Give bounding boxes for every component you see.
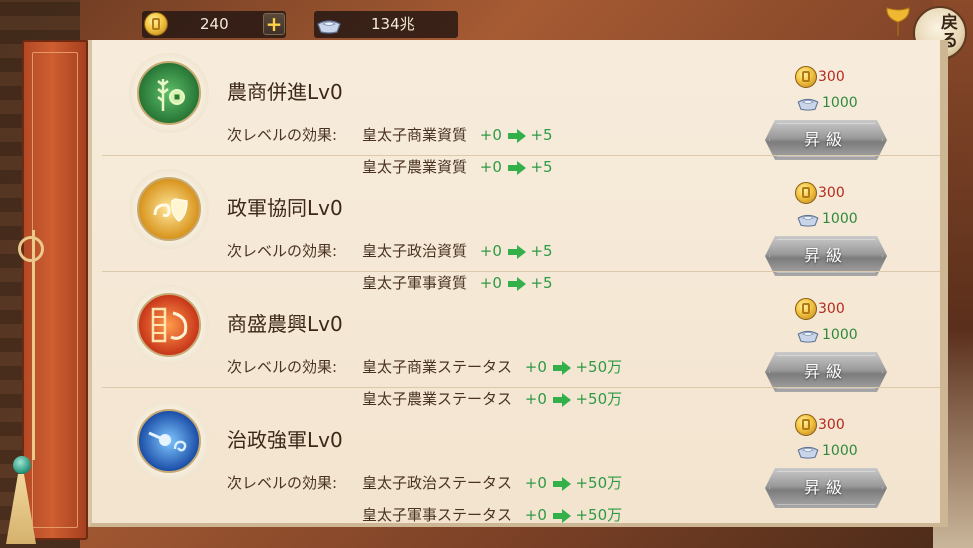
skill-row: 農商併進Lv0 次レベルの効果: 皇太子商業資質 +0 +5 皇太子農業資質 +… [92,40,940,176]
silver-cost-value: 1000 [822,443,858,459]
effect-from: +0 [524,474,547,492]
effect-from: +0 [524,506,547,524]
silver-cost: 1000 [795,95,858,111]
silver-cost-value: 1000 [822,95,858,111]
skill-title: 治政強軍Lv0 [227,428,343,452]
effect-from: +0 [524,358,547,376]
effect-line: 皇太子商業ステータス +0 +50万 [362,356,622,377]
silver-ingot-icon [797,98,819,111]
effect-stat: 皇太子政治ステータス [362,474,513,492]
skill-icon-frame [129,401,209,481]
ginkgo-leaf-icon [886,7,910,36]
gold-cost: 300 [795,182,845,204]
silver-cost: 1000 [795,443,858,459]
silver-cost: 1000 [795,327,858,343]
skill-title: 農商併進Lv0 [227,80,343,104]
effects-label: 次レベルの効果: [227,242,338,260]
scroll-shield-icon [137,177,201,241]
effect-to: +50万 [575,358,623,376]
upgrade-button[interactable]: 昇級 [765,468,887,508]
silver-cost-value: 1000 [822,327,858,343]
tassel-knot [18,236,44,262]
skill-panel: 農商併進Lv0 次レベルの効果: 皇太子商業資質 +0 +5 皇太子農業資質 +… [88,40,948,527]
effect-from: +0 [479,126,502,144]
gold-coin-icon [144,12,168,36]
gold-cost-value: 300 [818,185,845,201]
gold-cost: 300 [795,298,845,320]
effect-to: +50万 [575,506,623,524]
skill-icon-frame [129,53,209,133]
skill-row: 政軍協同Lv0 次レベルの効果: 皇太子政治資質 +0 +5 皇太子軍事資質 +… [92,156,940,292]
skill-title: 商盛農興Lv0 [227,312,343,336]
upgrade-button[interactable]: 昇級 [765,236,887,276]
effect-to: +5 [530,242,553,260]
effect-stat: 皇太子政治資質 [362,242,468,260]
gold-coin-icon [795,66,817,88]
skill-row: 治政強軍Lv0 次レベルの効果: 皇太子政治ステータス +0 +50万 皇太子軍… [92,388,940,524]
silver-ingot-icon [797,214,819,227]
silver-value: 134兆 [371,15,415,33]
effect-from: +0 [479,242,502,260]
upgrade-button[interactable]: 昇級 [765,120,887,160]
gold-cost: 300 [795,414,845,436]
skill-row: 商盛農興Lv0 次レベルの効果: 皇太子商業ステータス +0 +50万 皇太子農… [92,272,940,408]
effect-stat: 皇太子商業ステータス [362,358,513,376]
silver-counter: 134兆 [314,11,458,38]
silver-ingot-icon [797,446,819,459]
effects-label: 次レベルの効果: [227,358,338,376]
silver-cost: 1000 [795,211,858,227]
gold-cost: 300 [795,66,845,88]
add-gold-button[interactable]: + [263,13,285,35]
effect-stat: 皇太子軍事ステータス [362,506,513,524]
gold-cost-value: 300 [818,301,845,317]
abacus-sickle-icon [137,293,201,357]
effect-line: 皇太子政治ステータス +0 +50万 [362,472,622,493]
gold-value: 240 [200,15,229,33]
tassel-bead [13,456,31,474]
tassel-cord [32,230,35,460]
effect-to: +5 [530,126,553,144]
effect-line: 皇太子政治資質 +0 +5 [362,240,553,261]
upgrade-button[interactable]: 昇級 [765,352,887,392]
silver-ingot-icon [317,20,341,34]
gold-coin-icon [795,182,817,204]
effects-label: 次レベルの効果: [227,474,338,492]
skill-title: 政軍協同Lv0 [227,196,343,220]
silver-ingot-icon [797,330,819,343]
skill-icon-frame [129,169,209,249]
effect-to: +50万 [575,474,623,492]
gold-cost-value: 300 [818,69,845,85]
effects-label: 次レベルの効果: [227,126,338,144]
gold-coin-icon [795,298,817,320]
comet-swirl-icon [137,409,201,473]
effect-stat: 皇太子商業資質 [362,126,468,144]
skill-icon-frame [129,285,209,365]
effect-line: 皇太子軍事ステータス +0 +50万 [362,504,622,525]
gold-counter: 240 + [142,11,286,38]
gold-cost-value: 300 [818,417,845,433]
wheat-coin-icon [137,61,201,125]
gold-coin-icon [795,414,817,436]
effect-line: 皇太子商業資質 +0 +5 [362,124,553,145]
silver-cost-value: 1000 [822,211,858,227]
